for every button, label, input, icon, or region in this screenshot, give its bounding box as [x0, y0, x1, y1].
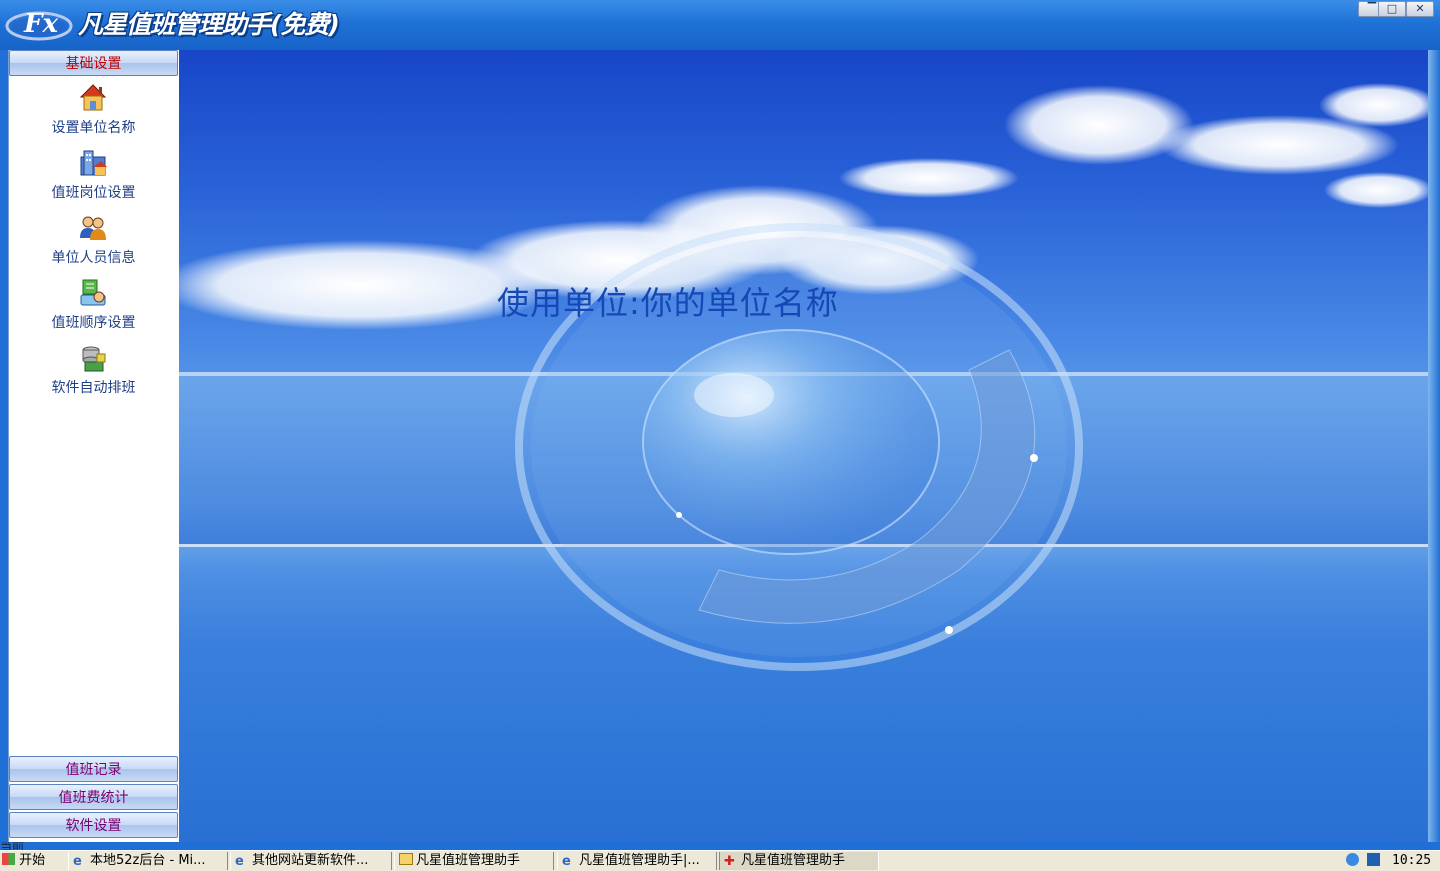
taskbar-item-other-sites[interactable]: e 其他网站更新软件...: [230, 852, 392, 870]
app-icon: ✚: [724, 854, 735, 869]
app-logo: Fx: [5, 9, 73, 41]
people-icon: [80, 216, 106, 240]
ie-icon: e: [562, 854, 571, 869]
schedule-icon: [80, 279, 106, 306]
start-button[interactable]: 开始: [2, 852, 50, 870]
sidebar-item-staff-info[interactable]: 单位人员信息: [9, 212, 178, 274]
sidebar-item-auto-scheduling[interactable]: 软件自动排班: [9, 342, 178, 404]
sidebar-item-duty-order-settings[interactable]: 值班顺序设置: [9, 277, 178, 339]
section-software-settings[interactable]: 软件设置: [9, 812, 178, 838]
network-icon: [1346, 853, 1359, 866]
system-tray[interactable]: [1346, 853, 1386, 868]
building-icon: [80, 150, 107, 176]
folder-icon: [399, 853, 413, 865]
house-icon: [79, 84, 107, 111]
taskbar-item-folder[interactable]: 凡星值班管理助手: [394, 852, 554, 870]
unit-name-text: 使用单位:你的单位名称: [497, 284, 839, 322]
ie-icon: e: [235, 854, 244, 869]
taskbar: 开始 e 本地52z后台 - Mi... e 其他网站更新软件... 凡星值班管理助…: [0, 850, 1440, 871]
section-duty-fee-stats[interactable]: 值班费统计: [9, 784, 178, 810]
sidebar-item-label: 软件自动排班: [51, 380, 136, 396]
taskbar-item-browser[interactable]: e 凡星值班管理助手|...: [557, 852, 717, 870]
main-background: 使用单位:你的单位名称: [179, 50, 1428, 842]
svg-text:Fx: Fx: [23, 9, 58, 39]
taskbar-item-52z-admin[interactable]: e 本地52z后台 - Mi...: [68, 852, 228, 870]
sidebar-item-label: 值班岗位设置: [51, 185, 136, 201]
sidebar-item-label: 设置单位名称: [51, 120, 136, 136]
section-basic-settings[interactable]: 基础设置: [9, 50, 178, 76]
task-label: 凡星值班管理助手|...: [579, 853, 700, 868]
task-label: 其他网站更新软件...: [252, 853, 369, 868]
sidebar-item-label: 单位人员信息: [51, 250, 136, 266]
app-title: 凡星值班管理助手(免费): [78, 10, 340, 39]
task-label: 本地52z后台 - Mi...: [90, 853, 206, 868]
title-bar[interactable]: Fx 凡星值班管理助手(免费) ▔ □ ✕: [0, 0, 1440, 50]
ie-icon: e: [73, 854, 82, 869]
close-button[interactable]: ✕: [1406, 1, 1434, 17]
clock: 10:25: [1392, 853, 1432, 868]
maximize-button[interactable]: □: [1378, 1, 1406, 17]
start-label: 开始: [19, 853, 46, 868]
taskbar-item-active-app[interactable]: ✚ 凡星值班管理助手: [719, 852, 879, 870]
auto-schedule-icon: [82, 346, 106, 372]
task-label: 凡星值班管理助手: [741, 853, 846, 868]
sidebar-item-duty-post-settings[interactable]: 值班岗位设置: [9, 147, 178, 209]
background-image: [179, 83, 1428, 671]
sidebar-item-label: 值班顺序设置: [51, 315, 136, 331]
sidebar-item-set-unit-name[interactable]: 设置单位名称: [9, 82, 178, 144]
task-label: 凡星值班管理助手: [416, 853, 521, 868]
volume-icon: [1367, 853, 1381, 866]
sidebar: 基础设置 设置单位名称 值班岗位设置 单位人员信息 值班顺序设置 软件自动排班 …: [8, 50, 181, 842]
section-duty-records[interactable]: 值班记录: [9, 756, 178, 782]
status-text: 当前: [0, 842, 25, 850]
window-right-edge: [1428, 50, 1440, 842]
windows-logo-icon: [2, 853, 15, 865]
